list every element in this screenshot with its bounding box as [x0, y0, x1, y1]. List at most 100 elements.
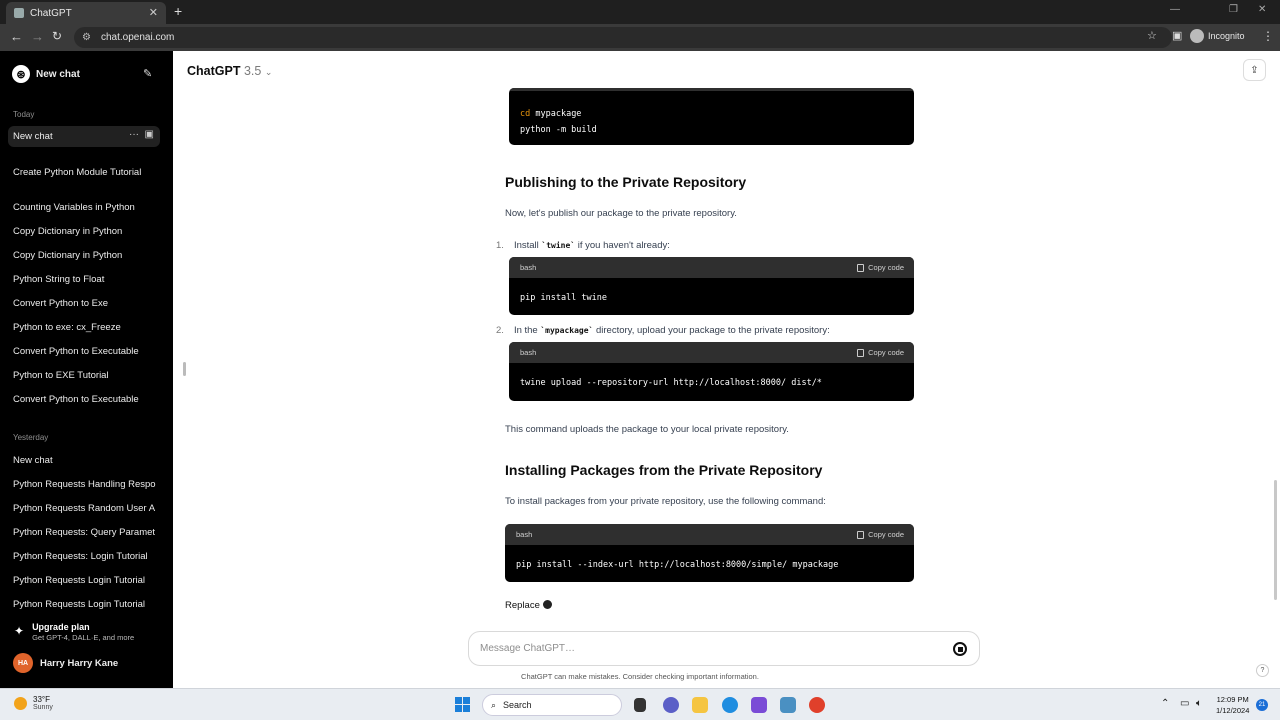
share-button[interactable]: ⇪ — [1243, 59, 1266, 81]
incognito-indicator[interactable]: Incognito — [1190, 29, 1245, 43]
list-text: Install — [513, 240, 542, 251]
list-number: 2. — [496, 325, 504, 336]
bookmark-star-icon[interactable]: ☆ — [1147, 29, 1157, 42]
notification-badge[interactable]: 21 — [1256, 699, 1268, 711]
stop-generating-button[interactable] — [953, 642, 967, 656]
windows-taskbar: 33°F Sunny ⌕ Search ⌃ ▭ 🔈︎ 12:09 PM 1/12… — [0, 688, 1280, 720]
copy-code-label: Copy code — [868, 530, 904, 539]
clipboard-icon — [857, 530, 865, 539]
sun-icon — [14, 696, 27, 710]
file-explorer-icon[interactable] — [692, 697, 708, 713]
paragraph: Now, let's publish our package to the pr… — [505, 208, 737, 219]
task-view-icon[interactable] — [634, 698, 646, 712]
chatgpt-favicon-icon — [14, 8, 24, 18]
chat-options-icon[interactable]: ··· ▣ — [129, 129, 154, 140]
sidebar-item[interactable]: Copy Dictionary in Python — [13, 250, 161, 261]
code-block: cd mypackage python -m build — [509, 88, 914, 145]
code-block-header: bash Copy code — [505, 524, 914, 545]
copy-code-button[interactable]: Copy code — [857, 530, 904, 539]
new-tab-icon[interactable]: + — [174, 3, 182, 19]
sidebar-item[interactable]: Python Requests: Login Tutorial — [13, 551, 161, 562]
teams-chat-icon[interactable] — [663, 697, 679, 713]
browser-tab[interactable]: ChatGPT ✕ — [6, 2, 166, 24]
model-selector[interactable]: ChatGPT 3.5 ⌄ — [187, 64, 272, 78]
typing-cursor-icon — [542, 600, 552, 609]
network-icon[interactable]: ▭ — [1180, 698, 1189, 709]
user-menu[interactable]: HA Harry Harry Kane — [13, 653, 118, 673]
taskbar-search-label: Search — [503, 700, 532, 710]
copy-code-label: Copy code — [868, 348, 904, 357]
upgrade-subtitle: Get GPT-4, DALL·E, and more — [32, 633, 135, 642]
windows-start-icon[interactable] — [455, 697, 470, 712]
disclaimer: ChatGPT can make mistakes. Consider chec… — [521, 672, 759, 681]
app-icon[interactable] — [751, 697, 767, 713]
avatar: HA — [13, 653, 33, 673]
copy-code-button[interactable]: Copy code — [857, 348, 904, 357]
scrollbar[interactable] — [1274, 480, 1277, 600]
sidebar-item[interactable]: Python to EXE Tutorial — [13, 370, 161, 381]
sidebar-item[interactable]: Counting Variables in Python — [13, 202, 161, 213]
clock-time: 12:09 PM — [1216, 695, 1249, 704]
stop-icon — [957, 646, 963, 652]
upgrade-plan-button[interactable]: ✦ Upgrade plan Get GPT-4, DALL·E, and mo… — [14, 622, 134, 642]
app-icon[interactable] — [780, 697, 796, 713]
sidebar-item[interactable]: Python String to Float — [13, 274, 161, 285]
sidebar-item[interactable]: Python Requests Login Tutorial — [13, 575, 161, 586]
site-info-icon[interactable]: ⚙ — [82, 32, 91, 43]
reload-icon[interactable]: ↻ — [52, 29, 62, 43]
new-chat-button[interactable]: ⊛ New chat — [12, 65, 80, 83]
side-panel-icon[interactable]: ▣ — [1172, 29, 1182, 42]
browser-menu-icon[interactable]: ⋮ — [1262, 29, 1274, 43]
user-name: Harry Harry Kane — [40, 657, 119, 669]
compose-icon[interactable]: ✎ — [143, 67, 152, 80]
sidebar-item[interactable]: Python Requests Random User A — [13, 503, 161, 514]
forward-icon[interactable]: → — [31, 29, 44, 44]
sidebar-item[interactable]: Python Requests Handling Respo — [13, 479, 161, 490]
sidebar-item[interactable]: Copy Dictionary in Python — [13, 226, 161, 237]
openai-logo-icon: ⊛ — [12, 65, 30, 83]
today-section-label: Today — [13, 110, 35, 119]
code-block-body: pip install --index-url http://localhost… — [516, 560, 839, 570]
sidebar-item[interactable]: New chat — [13, 455, 161, 466]
message-input[interactable]: Message ChatGPT… — [468, 631, 980, 666]
address-bar[interactable]: ⚙ chat.openai.com — [74, 27, 1172, 48]
help-icon[interactable]: ? — [1256, 664, 1269, 677]
weather-temp: 33°F — [33, 695, 50, 704]
sidebar-item[interactable]: Create Python Module Tutorial — [13, 167, 161, 178]
close-window-icon[interactable]: ✕ — [1258, 4, 1266, 15]
sidebar-item[interactable]: Python Requests: Query Paramet — [13, 527, 161, 538]
sidebar-toggle-handle[interactable] — [183, 362, 186, 376]
list-number: 1. — [496, 240, 504, 251]
list-text: In the — [513, 325, 541, 336]
sidebar-item-label: New chat — [13, 131, 53, 142]
maximize-icon[interactable]: ❐ — [1229, 4, 1238, 15]
code-block: bash Copy code pip install twine — [509, 257, 914, 315]
code-block: bash Copy code twine upload --repository… — [509, 342, 914, 401]
sidebar-item-active[interactable]: New chat ··· ▣ — [8, 126, 160, 147]
volume-icon[interactable]: 🔈︎ — [1196, 698, 1202, 709]
code-block-body: pip install twine — [520, 293, 607, 303]
taskbar-search[interactable]: ⌕ Search — [482, 694, 622, 716]
code-language: bash — [520, 348, 537, 357]
back-icon[interactable]: ← — [10, 29, 23, 44]
copy-code-button[interactable]: Copy code — [857, 263, 904, 272]
sidebar-item[interactable]: Convert Python to Executable — [13, 346, 161, 357]
tray-chevron-icon[interactable]: ⌃ — [1161, 698, 1169, 709]
weather-condition: Sunny — [33, 704, 53, 711]
close-tab-icon[interactable]: ✕ — [149, 6, 158, 19]
code-text: mypackage — [530, 109, 582, 119]
chrome-icon[interactable] — [809, 697, 825, 713]
taskbar-clock[interactable]: 12:09 PM 1/12/2024 — [1216, 694, 1249, 716]
incognito-label: Incognito — [1208, 31, 1245, 41]
model-name: ChatGPT — [187, 64, 241, 78]
minimize-icon[interactable]: — — [1170, 4, 1180, 15]
yesterday-section-label: Yesterday — [13, 433, 49, 442]
sidebar-item[interactable]: Convert Python to Executable — [13, 394, 161, 405]
edge-browser-icon[interactable] — [722, 697, 738, 713]
sidebar-item[interactable]: Python Requests Login Tutorial — [13, 599, 161, 610]
sidebar-item[interactable]: Convert Python to Exe — [13, 298, 161, 309]
weather-widget[interactable]: 33°F Sunny — [14, 695, 53, 711]
code-line: cd mypackage — [520, 106, 903, 122]
sidebar-item[interactable]: Python to exe: cx_Freeze — [13, 322, 161, 333]
chevron-down-icon: ⌄ — [264, 67, 273, 77]
